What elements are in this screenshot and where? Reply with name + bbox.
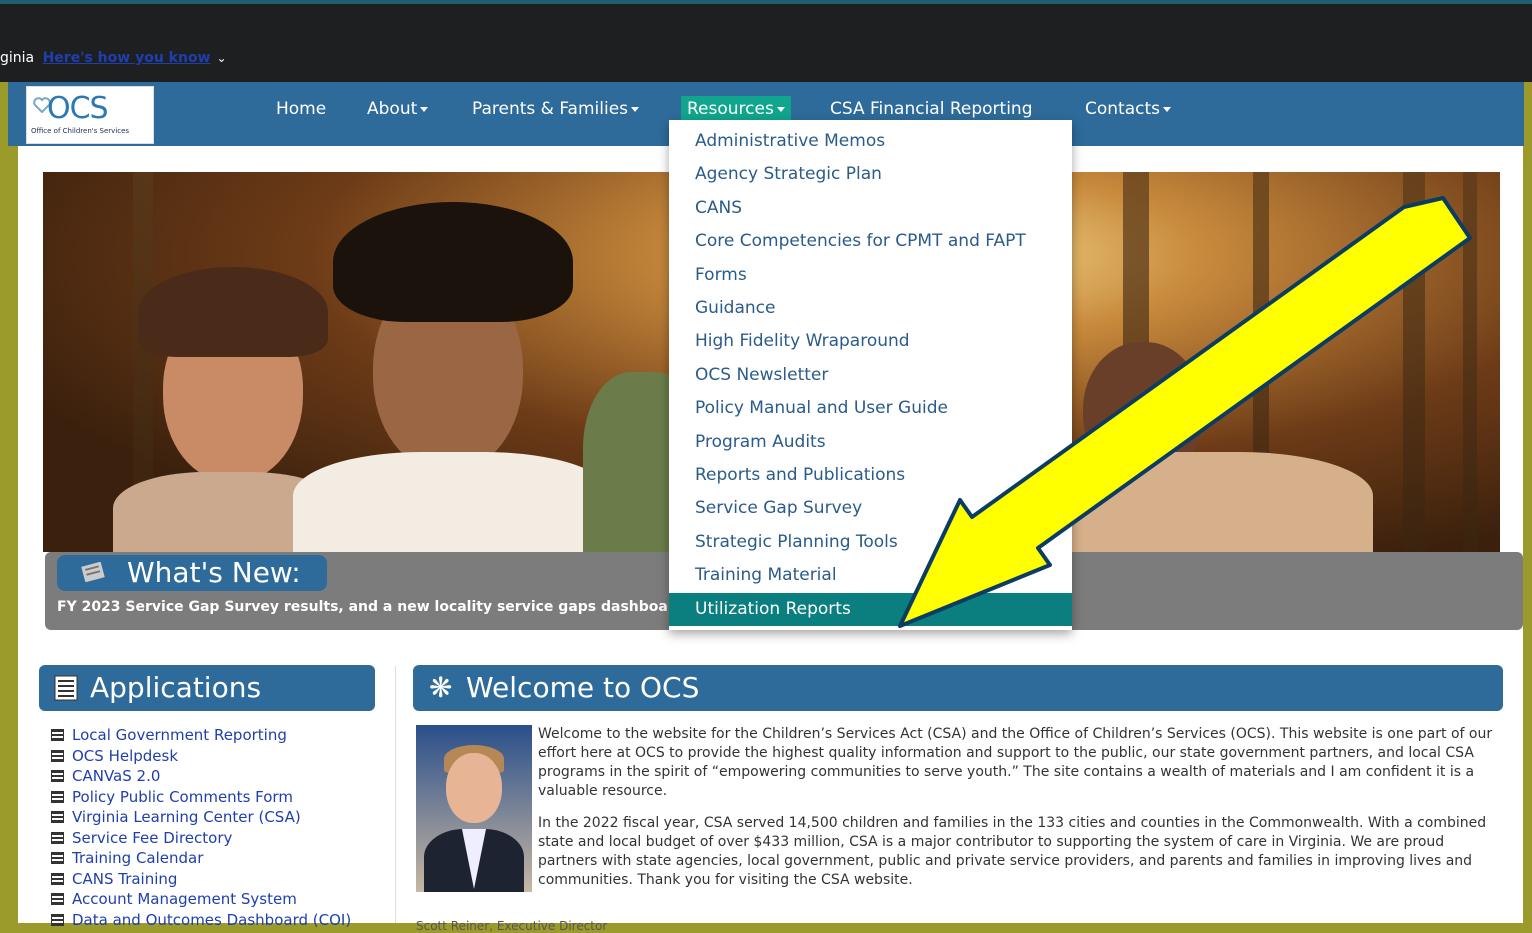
nav-about[interactable]: About [365,97,430,121]
column-divider [395,666,396,923]
menu-item-ocs-newsletter[interactable]: OCS Newsletter [669,359,1072,392]
server-icon [51,913,64,926]
applications-list: Local Government Reporting OCS Helpdesk … [51,725,351,930]
applications-title: Applications [90,671,262,704]
menu-item-program-audits[interactable]: Program Audits [669,426,1072,459]
list-item: Data and Outcomes Dashboard (COI) [51,910,351,931]
menu-item-utilization-reports[interactable]: Utilization Reports [669,592,1072,626]
menu-item-forms[interactable]: Forms [669,259,1072,292]
list-item: Virginia Learning Center (CSA) [51,807,351,828]
menu-item-high-fidelity-wraparound[interactable]: High Fidelity Wraparound [669,325,1072,358]
director-signature: Scott Reiner, Executive Director [416,919,608,933]
app-link[interactable]: Virginia Learning Center (CSA) [72,808,301,826]
caret-down-icon [420,106,429,112]
whats-new-text[interactable]: FY 2023 Service Gap Survey results, and … [57,599,667,615]
ocs-logo[interactable]: OCS Office of Children's Services [26,86,154,144]
list-item: OCS Helpdesk [51,746,351,767]
list-icon [54,675,78,701]
welcome-paragraph-2: In the 2022 fiscal year, CSA served 14,5… [538,815,1487,888]
nav-about-label: About [367,99,418,119]
menu-item-agency-strategic-plan[interactable]: Agency Strategic Plan [669,158,1072,191]
server-icon [51,811,64,823]
app-link[interactable]: Training Calendar [72,849,203,867]
resources-dropdown-menu: Administrative Memos Agency Strategic Pl… [669,120,1072,630]
caret-down-icon [776,106,785,112]
whats-new-heading: What's New: [57,555,327,591]
menu-item-administrative-memos[interactable]: Administrative Memos [669,125,1072,158]
applications-heading: Applications [39,665,375,711]
menu-item-training-material[interactable]: Training Material [669,559,1072,592]
menu-item-reports-publications[interactable]: Reports and Publications [669,459,1072,492]
server-icon [51,852,64,864]
app-link[interactable]: Service Fee Directory [72,829,232,847]
gov-banner-prefix: ginia [0,50,35,66]
caret-down-icon [1163,106,1171,112]
list-item: Training Calendar [51,848,351,869]
list-item: Local Government Reporting [51,725,351,746]
menu-item-guidance[interactable]: Guidance [669,292,1072,325]
menu-item-cans[interactable]: CANS [669,192,1072,225]
logo-subtitle: Office of Children's Services [31,127,130,135]
menu-item-core-competencies[interactable]: Core Competencies for CPMT and FAPT [669,225,1072,258]
menu-item-strategic-planning-tools[interactable]: Strategic Planning Tools [669,526,1072,559]
nav-resources[interactable]: Resources [681,96,791,122]
server-icon [51,893,64,905]
menu-item-policy-manual[interactable]: Policy Manual and User Guide [669,392,1072,425]
app-link[interactable]: Policy Public Comments Form [72,788,293,806]
list-item: Service Fee Directory [51,828,351,849]
director-photo [416,725,532,892]
nav-home[interactable]: Home [274,97,328,121]
chevron-down-icon[interactable]: ⌄ [217,51,227,65]
nav-resources-label: Resources [687,99,774,119]
heres-how-you-know-link[interactable]: Here's how you know [43,50,211,66]
welcome-title: Welcome to OCS [466,671,700,704]
server-icon [51,831,64,844]
nav-parents-families[interactable]: Parents & Families [470,97,641,121]
server-icon [51,872,64,885]
welcome-body: Welcome to the website for the Children’… [538,725,1498,903]
nav-csa-financial-reporting[interactable]: CSA Financial Reporting [828,97,1035,121]
asterisk-icon: ❋ [429,671,453,704]
nav-contacts-label: Contacts [1085,99,1160,119]
app-link[interactable]: OCS Helpdesk [72,747,178,765]
top-band [0,0,1532,82]
app-link[interactable]: CANVaS 2.0 [72,767,160,785]
server-icon [51,790,64,803]
whats-new-title: What's New: [127,556,301,589]
server-icon [51,770,64,782]
list-item: Account Management System [51,889,351,910]
list-item: CANS Training [51,869,351,890]
nav-contacts[interactable]: Contacts [1083,97,1173,121]
welcome-heading: ❋ Welcome to OCS [413,665,1503,711]
gov-banner: ginia Here's how you know ⌄ [0,50,227,66]
app-link[interactable]: Data and Outcomes Dashboard (COI) [72,911,351,929]
server-icon [51,749,64,762]
server-icon [51,729,64,741]
logo-text: OCS [47,91,109,126]
app-link[interactable]: Account Management System [72,890,297,908]
list-item: CANVaS 2.0 [51,766,351,787]
app-link[interactable]: CANS Training [72,870,177,888]
welcome-paragraph-1: Welcome to the website for the Children’… [538,726,1493,799]
list-item: Policy Public Comments Form [51,787,351,808]
menu-item-service-gap-survey[interactable]: Service Gap Survey [669,492,1072,525]
newspaper-icon [81,562,105,582]
nav-parents-label: Parents & Families [472,99,629,119]
app-link[interactable]: Local Government Reporting [72,726,287,744]
caret-down-icon [631,106,640,112]
